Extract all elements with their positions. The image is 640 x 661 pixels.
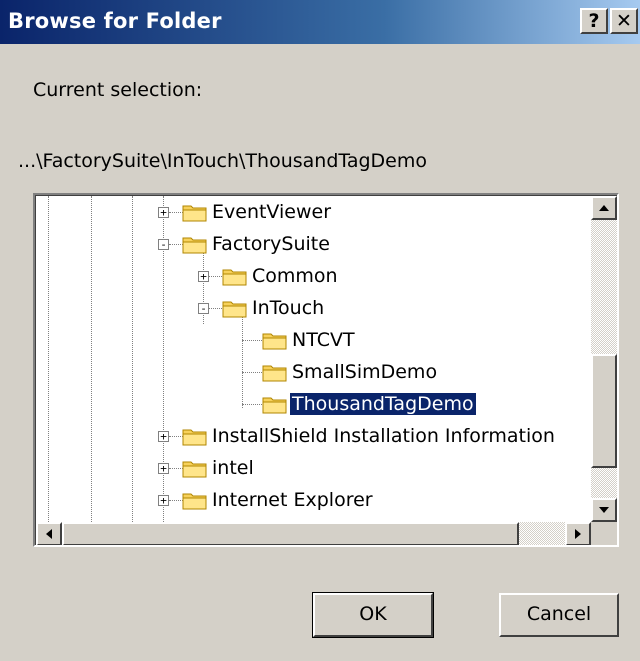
horizontal-scroll-thumb[interactable] [62,522,519,545]
ok-button[interactable]: OK [312,592,434,638]
current-selection-path: ...\FactorySuite\InTouch\ThousandTagDemo [18,150,428,172]
tree-connector [242,404,262,405]
tree-guide-line [242,312,243,408]
tree-item-ntcvt[interactable]: NTCVT [290,329,357,351]
tree-connector [208,308,222,309]
tree-connector [169,244,183,245]
tree-item-intouch[interactable]: InTouch [250,297,326,319]
triangle-up-icon [599,205,609,211]
horizontal-scrollbar[interactable] [36,522,591,545]
expand-icon[interactable]: + [158,207,169,218]
folder-icon [262,397,287,414]
vertical-scrollbar[interactable] [591,196,617,522]
close-button[interactable]: ✕ [610,8,638,34]
tree-item-intel[interactable]: intel [210,457,256,479]
tree-item-thousandtagdemo[interactable]: ThousandTagDemo [289,392,477,416]
folder-icon [222,301,247,318]
tree-connector [169,500,183,501]
folder-tree-view: + EventViewer - FactorySuite + Common - … [35,195,617,545]
folder-icon [182,429,207,446]
help-icon: ? [588,10,600,32]
expand-icon[interactable]: + [198,271,209,282]
tree-connector [169,212,183,213]
tree-item-common[interactable]: Common [250,265,340,287]
expand-icon[interactable]: + [158,495,169,506]
folder-icon [262,365,287,382]
tree-item-eventviewer[interactable]: EventViewer [210,201,333,223]
triangle-left-icon [46,529,52,539]
scrollbar-corner [591,522,617,545]
folder-icon [222,269,247,286]
folder-icon [262,333,287,350]
help-button[interactable]: ? [580,8,608,34]
tree-item-installshield[interactable]: InstallShield Installation Information [210,425,557,447]
browse-for-folder-dialog: Browse for Folder ? ✕ Current selection:… [0,0,640,661]
vertical-scroll-thumb[interactable] [591,354,617,468]
expand-icon[interactable]: + [158,431,169,442]
scroll-down-button[interactable] [591,498,617,522]
cancel-button[interactable]: Cancel [499,593,619,637]
tree-item-internet-explorer[interactable]: Internet Explorer [210,489,375,511]
tree-connector [169,468,183,469]
tree-connector [242,372,262,373]
tree-connector [169,436,183,437]
collapse-icon[interactable]: - [198,303,209,314]
tree-connector [242,340,262,341]
expand-icon[interactable]: + [158,463,169,474]
dialog-title: Browse for Folder [8,9,222,33]
tree-guide-line [91,196,92,522]
tree-item-factorysuite[interactable]: FactorySuite [210,233,332,255]
folder-icon [182,493,207,510]
scroll-left-button[interactable] [36,522,62,545]
folder-icon [182,237,207,254]
current-selection-label: Current selection: [33,79,203,101]
collapse-icon[interactable]: - [158,239,169,250]
scroll-up-button[interactable] [591,196,617,220]
triangle-right-icon [575,529,581,539]
tree-guide-line [48,196,49,522]
tree-connector [208,276,222,277]
folder-icon [182,205,207,222]
folder-tree[interactable]: + EventViewer - FactorySuite + Common - … [33,193,619,547]
tree-guide-line [132,196,133,522]
scroll-right-button[interactable] [565,522,591,545]
tree-item-smallsimdemo[interactable]: SmallSimDemo [290,361,439,383]
close-icon: ✕ [616,10,632,32]
folder-icon [182,461,207,478]
triangle-down-icon [599,507,609,513]
title-bar[interactable]: Browse for Folder ? ✕ [0,0,640,44]
